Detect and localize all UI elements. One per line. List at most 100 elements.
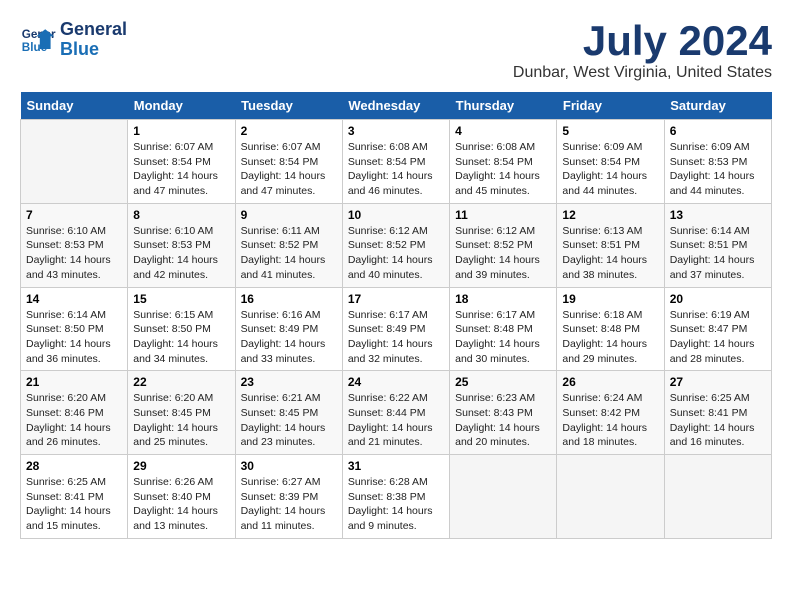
calendar-cell: 19 Sunrise: 6:18 AM Sunset: 8:48 PM Dayli… xyxy=(557,287,664,371)
day-number: 11 xyxy=(455,208,551,222)
day-info: Sunrise: 6:11 AM Sunset: 8:52 PM Dayligh… xyxy=(241,224,337,283)
day-info: Sunrise: 6:07 AM Sunset: 8:54 PM Dayligh… xyxy=(241,140,337,199)
day-info: Sunrise: 6:09 AM Sunset: 8:54 PM Dayligh… xyxy=(562,140,658,199)
calendar-cell: 22 Sunrise: 6:20 AM Sunset: 8:45 PM Dayli… xyxy=(128,371,235,455)
calendar-cell: 4 Sunrise: 6:08 AM Sunset: 8:54 PM Daylig… xyxy=(450,120,557,204)
day-number: 6 xyxy=(670,124,766,138)
logo: General Blue General Blue xyxy=(20,20,127,60)
day-number: 13 xyxy=(670,208,766,222)
calendar-cell: 2 Sunrise: 6:07 AM Sunset: 8:54 PM Daylig… xyxy=(235,120,342,204)
day-number: 26 xyxy=(562,375,658,389)
day-info: Sunrise: 6:20 AM Sunset: 8:45 PM Dayligh… xyxy=(133,391,229,450)
calendar-cell: 12 Sunrise: 6:13 AM Sunset: 8:51 PM Dayli… xyxy=(557,203,664,287)
calendar-cell: 30Sunrise: 6:27 AM Sunset: 8:39 PM Dayli… xyxy=(235,455,342,539)
day-number: 23 xyxy=(241,375,337,389)
day-number: 4 xyxy=(455,124,551,138)
day-info: Sunrise: 6:08 AM Sunset: 8:54 PM Dayligh… xyxy=(348,140,444,199)
day-info: Sunrise: 6:20 AM Sunset: 8:46 PM Dayligh… xyxy=(26,391,122,450)
calendar-header-row: SundayMondayTuesdayWednesdayThursdayFrid… xyxy=(21,92,772,120)
calendar-cell: 21Sunrise: 6:20 AM Sunset: 8:46 PM Dayli… xyxy=(21,371,128,455)
day-info: Sunrise: 6:13 AM Sunset: 8:51 PM Dayligh… xyxy=(562,224,658,283)
calendar-week-row: 28Sunrise: 6:25 AM Sunset: 8:41 PM Dayli… xyxy=(21,455,772,539)
calendar-cell: 6 Sunrise: 6:09 AM Sunset: 8:53 PM Daylig… xyxy=(664,120,771,204)
day-info: Sunrise: 6:18 AM Sunset: 8:48 PM Dayligh… xyxy=(562,308,658,367)
day-number: 3 xyxy=(348,124,444,138)
day-number: 19 xyxy=(562,292,658,306)
calendar-cell: 23 Sunrise: 6:21 AM Sunset: 8:45 PM Dayli… xyxy=(235,371,342,455)
day-info: Sunrise: 6:19 AM Sunset: 8:47 PM Dayligh… xyxy=(670,308,766,367)
day-info: Sunrise: 6:10 AM Sunset: 8:53 PM Dayligh… xyxy=(133,224,229,283)
calendar-header-friday: Friday xyxy=(557,92,664,120)
day-number: 25 xyxy=(455,375,551,389)
day-info: Sunrise: 6:14 AM Sunset: 8:50 PM Dayligh… xyxy=(26,308,122,367)
calendar-cell: 29 Sunrise: 6:26 AM Sunset: 8:40 PM Dayli… xyxy=(128,455,235,539)
logo-text: General Blue xyxy=(60,20,127,60)
day-info: Sunrise: 6:15 AM Sunset: 8:50 PM Dayligh… xyxy=(133,308,229,367)
calendar-cell: 10Sunrise: 6:12 AM Sunset: 8:52 PM Dayli… xyxy=(342,203,449,287)
calendar-cell: 7Sunrise: 6:10 AM Sunset: 8:53 PM Daylig… xyxy=(21,203,128,287)
calendar-cell: 16 Sunrise: 6:16 AM Sunset: 8:49 PM Dayli… xyxy=(235,287,342,371)
day-info: Sunrise: 6:24 AM Sunset: 8:42 PM Dayligh… xyxy=(562,391,658,450)
title-area: July 2024 Dunbar, West Virginia, United … xyxy=(513,20,772,82)
day-number: 8 xyxy=(133,208,229,222)
calendar-week-row: 1 Sunrise: 6:07 AM Sunset: 8:54 PM Daylig… xyxy=(21,120,772,204)
day-info: Sunrise: 6:23 AM Sunset: 8:43 PM Dayligh… xyxy=(455,391,551,450)
day-info: Sunrise: 6:27 AM Sunset: 8:39 PM Dayligh… xyxy=(241,475,337,534)
day-number: 27 xyxy=(670,375,766,389)
logo-line2: Blue xyxy=(60,39,99,59)
day-info: Sunrise: 6:22 AM Sunset: 8:44 PM Dayligh… xyxy=(348,391,444,450)
calendar-header-tuesday: Tuesday xyxy=(235,92,342,120)
day-number: 20 xyxy=(670,292,766,306)
calendar-header-sunday: Sunday xyxy=(21,92,128,120)
calendar-cell: 25 Sunrise: 6:23 AM Sunset: 8:43 PM Dayli… xyxy=(450,371,557,455)
day-info: Sunrise: 6:17 AM Sunset: 8:49 PM Dayligh… xyxy=(348,308,444,367)
main-title: July 2024 xyxy=(513,20,772,62)
day-info: Sunrise: 6:16 AM Sunset: 8:49 PM Dayligh… xyxy=(241,308,337,367)
day-number: 28 xyxy=(26,459,122,473)
day-info: Sunrise: 6:08 AM Sunset: 8:54 PM Dayligh… xyxy=(455,140,551,199)
day-number: 2 xyxy=(241,124,337,138)
day-info: Sunrise: 6:14 AM Sunset: 8:51 PM Dayligh… xyxy=(670,224,766,283)
day-number: 12 xyxy=(562,208,658,222)
logo-line1: General xyxy=(60,19,127,39)
calendar-cell xyxy=(557,455,664,539)
day-number: 24 xyxy=(348,375,444,389)
day-info: Sunrise: 6:12 AM Sunset: 8:52 PM Dayligh… xyxy=(348,224,444,283)
day-number: 14 xyxy=(26,292,122,306)
calendar-cell: 28Sunrise: 6:25 AM Sunset: 8:41 PM Dayli… xyxy=(21,455,128,539)
calendar-cell xyxy=(664,455,771,539)
calendar-cell: 1 Sunrise: 6:07 AM Sunset: 8:54 PM Daylig… xyxy=(128,120,235,204)
day-number: 31 xyxy=(348,459,444,473)
calendar-cell xyxy=(21,120,128,204)
day-number: 29 xyxy=(133,459,229,473)
day-info: Sunrise: 6:12 AM Sunset: 8:52 PM Dayligh… xyxy=(455,224,551,283)
day-info: Sunrise: 6:07 AM Sunset: 8:54 PM Dayligh… xyxy=(133,140,229,199)
calendar-cell: 20 Sunrise: 6:19 AM Sunset: 8:47 PM Dayli… xyxy=(664,287,771,371)
day-info: Sunrise: 6:09 AM Sunset: 8:53 PM Dayligh… xyxy=(670,140,766,199)
calendar-week-row: 21Sunrise: 6:20 AM Sunset: 8:46 PM Dayli… xyxy=(21,371,772,455)
calendar-cell: 14 Sunrise: 6:14 AM Sunset: 8:50 PM Dayli… xyxy=(21,287,128,371)
calendar-week-row: 7Sunrise: 6:10 AM Sunset: 8:53 PM Daylig… xyxy=(21,203,772,287)
calendar-table: SundayMondayTuesdayWednesdayThursdayFrid… xyxy=(20,92,772,539)
day-number: 16 xyxy=(241,292,337,306)
day-number: 22 xyxy=(133,375,229,389)
day-info: Sunrise: 6:28 AM Sunset: 8:38 PM Dayligh… xyxy=(348,475,444,534)
day-info: Sunrise: 6:21 AM Sunset: 8:45 PM Dayligh… xyxy=(241,391,337,450)
calendar-header-monday: Monday xyxy=(128,92,235,120)
page-header: General Blue General Blue July 2024 Dunb… xyxy=(20,20,772,82)
calendar-header-saturday: Saturday xyxy=(664,92,771,120)
day-info: Sunrise: 6:26 AM Sunset: 8:40 PM Dayligh… xyxy=(133,475,229,534)
calendar-cell: 18Sunrise: 6:17 AM Sunset: 8:48 PM Dayli… xyxy=(450,287,557,371)
day-number: 1 xyxy=(133,124,229,138)
calendar-cell: 15 Sunrise: 6:15 AM Sunset: 8:50 PM Dayli… xyxy=(128,287,235,371)
calendar-cell xyxy=(450,455,557,539)
day-number: 15 xyxy=(133,292,229,306)
calendar-cell: 3 Sunrise: 6:08 AM Sunset: 8:54 PM Daylig… xyxy=(342,120,449,204)
calendar-cell: 11 Sunrise: 6:12 AM Sunset: 8:52 PM Dayli… xyxy=(450,203,557,287)
calendar-cell: 27Sunrise: 6:25 AM Sunset: 8:41 PM Dayli… xyxy=(664,371,771,455)
day-number: 9 xyxy=(241,208,337,222)
calendar-cell: 26 Sunrise: 6:24 AM Sunset: 8:42 PM Dayli… xyxy=(557,371,664,455)
calendar-header-wednesday: Wednesday xyxy=(342,92,449,120)
location-subtitle: Dunbar, West Virginia, United States xyxy=(513,64,772,82)
calendar-header-thursday: Thursday xyxy=(450,92,557,120)
